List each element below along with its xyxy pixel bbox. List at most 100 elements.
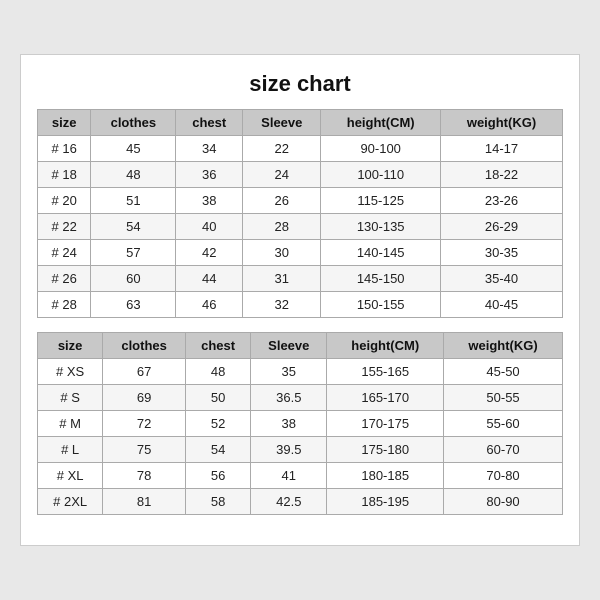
table-header-row: sizeclotheschestSleeveheight(CM)weight(K… [38,333,563,359]
cell-1-0: # S [38,385,103,411]
cell-5-4: 145-150 [321,266,441,292]
cell-4-1: 57 [91,240,176,266]
cell-6-0: # 28 [38,292,91,318]
cell-1-3: 36.5 [251,385,327,411]
cell-1-2: 50 [185,385,250,411]
cell-6-1: 63 [91,292,176,318]
cell-2-4: 170-175 [327,411,444,437]
cell-3-1: 54 [91,214,176,240]
chart-title: size chart [37,71,563,97]
cell-2-2: 52 [185,411,250,437]
table-header-row: sizeclotheschestSleeveheight(CM)weight(K… [38,110,563,136]
cell-3-4: 130-135 [321,214,441,240]
cell-2-1: 72 [103,411,186,437]
table-row: # L755439.5175-18060-70 [38,437,563,463]
cell-1-1: 69 [103,385,186,411]
cell-3-2: 40 [176,214,243,240]
cell-0-4: 90-100 [321,136,441,162]
table-row: # 26604431145-15035-40 [38,266,563,292]
cell-2-3: 38 [251,411,327,437]
cell-5-4: 185-195 [327,489,444,515]
cell-2-0: # 20 [38,188,91,214]
cell-4-4: 140-145 [321,240,441,266]
cell-3-4: 175-180 [327,437,444,463]
cell-6-4: 150-155 [321,292,441,318]
cell-3-5: 26-29 [441,214,563,240]
cell-0-5: 14-17 [441,136,563,162]
cell-1-0: # 18 [38,162,91,188]
cell-4-1: 78 [103,463,186,489]
cell-5-2: 44 [176,266,243,292]
cell-1-1: 48 [91,162,176,188]
table-row: # 1645342290-10014-17 [38,136,563,162]
cell-5-5: 80-90 [444,489,563,515]
cell-5-5: 35-40 [441,266,563,292]
col-header-5: weight(KG) [441,110,563,136]
cell-3-0: # L [38,437,103,463]
col-header-0: size [38,110,91,136]
table-row: # 24574230140-14530-35 [38,240,563,266]
col-header-0: size [38,333,103,359]
cell-5-0: # 26 [38,266,91,292]
cell-0-2: 34 [176,136,243,162]
cell-3-0: # 22 [38,214,91,240]
cell-3-1: 75 [103,437,186,463]
table-row: # 2XL815842.5185-19580-90 [38,489,563,515]
col-header-1: clothes [91,110,176,136]
cell-0-2: 48 [185,359,250,385]
cell-4-3: 41 [251,463,327,489]
cell-4-5: 70-80 [444,463,563,489]
cell-4-2: 42 [176,240,243,266]
cell-4-2: 56 [185,463,250,489]
col-header-3: Sleeve [251,333,327,359]
cell-0-0: # 16 [38,136,91,162]
table-row: # XL785641180-18570-80 [38,463,563,489]
cell-4-4: 180-185 [327,463,444,489]
col-header-2: chest [176,110,243,136]
cell-0-5: 45-50 [444,359,563,385]
cell-0-0: # XS [38,359,103,385]
cell-5-0: # 2XL [38,489,103,515]
table-row: # 20513826115-12523-26 [38,188,563,214]
col-header-4: height(CM) [327,333,444,359]
cell-6-2: 46 [176,292,243,318]
cell-1-5: 18-22 [441,162,563,188]
cell-2-2: 38 [176,188,243,214]
cell-1-5: 50-55 [444,385,563,411]
cell-2-0: # M [38,411,103,437]
cell-0-4: 155-165 [327,359,444,385]
cell-4-0: # 24 [38,240,91,266]
table-row: # XS674835155-16545-50 [38,359,563,385]
cell-2-1: 51 [91,188,176,214]
cell-1-4: 165-170 [327,385,444,411]
cell-6-5: 40-45 [441,292,563,318]
cell-5-1: 60 [91,266,176,292]
cell-3-3: 39.5 [251,437,327,463]
col-header-5: weight(KG) [444,333,563,359]
table-row: # S695036.5165-17050-55 [38,385,563,411]
cell-2-5: 55-60 [444,411,563,437]
cell-0-3: 35 [251,359,327,385]
col-header-3: Sleeve [243,110,321,136]
table-row: # M725238170-17555-60 [38,411,563,437]
col-header-1: clothes [103,333,186,359]
tables-container: sizeclotheschestSleeveheight(CM)weight(K… [37,109,563,515]
cell-1-4: 100-110 [321,162,441,188]
cell-5-1: 81 [103,489,186,515]
cell-3-2: 54 [185,437,250,463]
cell-1-2: 36 [176,162,243,188]
cell-4-0: # XL [38,463,103,489]
cell-5-3: 42.5 [251,489,327,515]
size-table-1: sizeclotheschestSleeveheight(CM)weight(K… [37,332,563,515]
col-header-2: chest [185,333,250,359]
cell-6-3: 32 [243,292,321,318]
cell-4-3: 30 [243,240,321,266]
cell-2-5: 23-26 [441,188,563,214]
size-chart-card: size chart sizeclotheschestSleeveheight(… [20,54,580,546]
cell-5-2: 58 [185,489,250,515]
cell-0-1: 67 [103,359,186,385]
cell-2-4: 115-125 [321,188,441,214]
size-table-0: sizeclotheschestSleeveheight(CM)weight(K… [37,109,563,318]
table-row: # 18483624100-11018-22 [38,162,563,188]
cell-0-3: 22 [243,136,321,162]
